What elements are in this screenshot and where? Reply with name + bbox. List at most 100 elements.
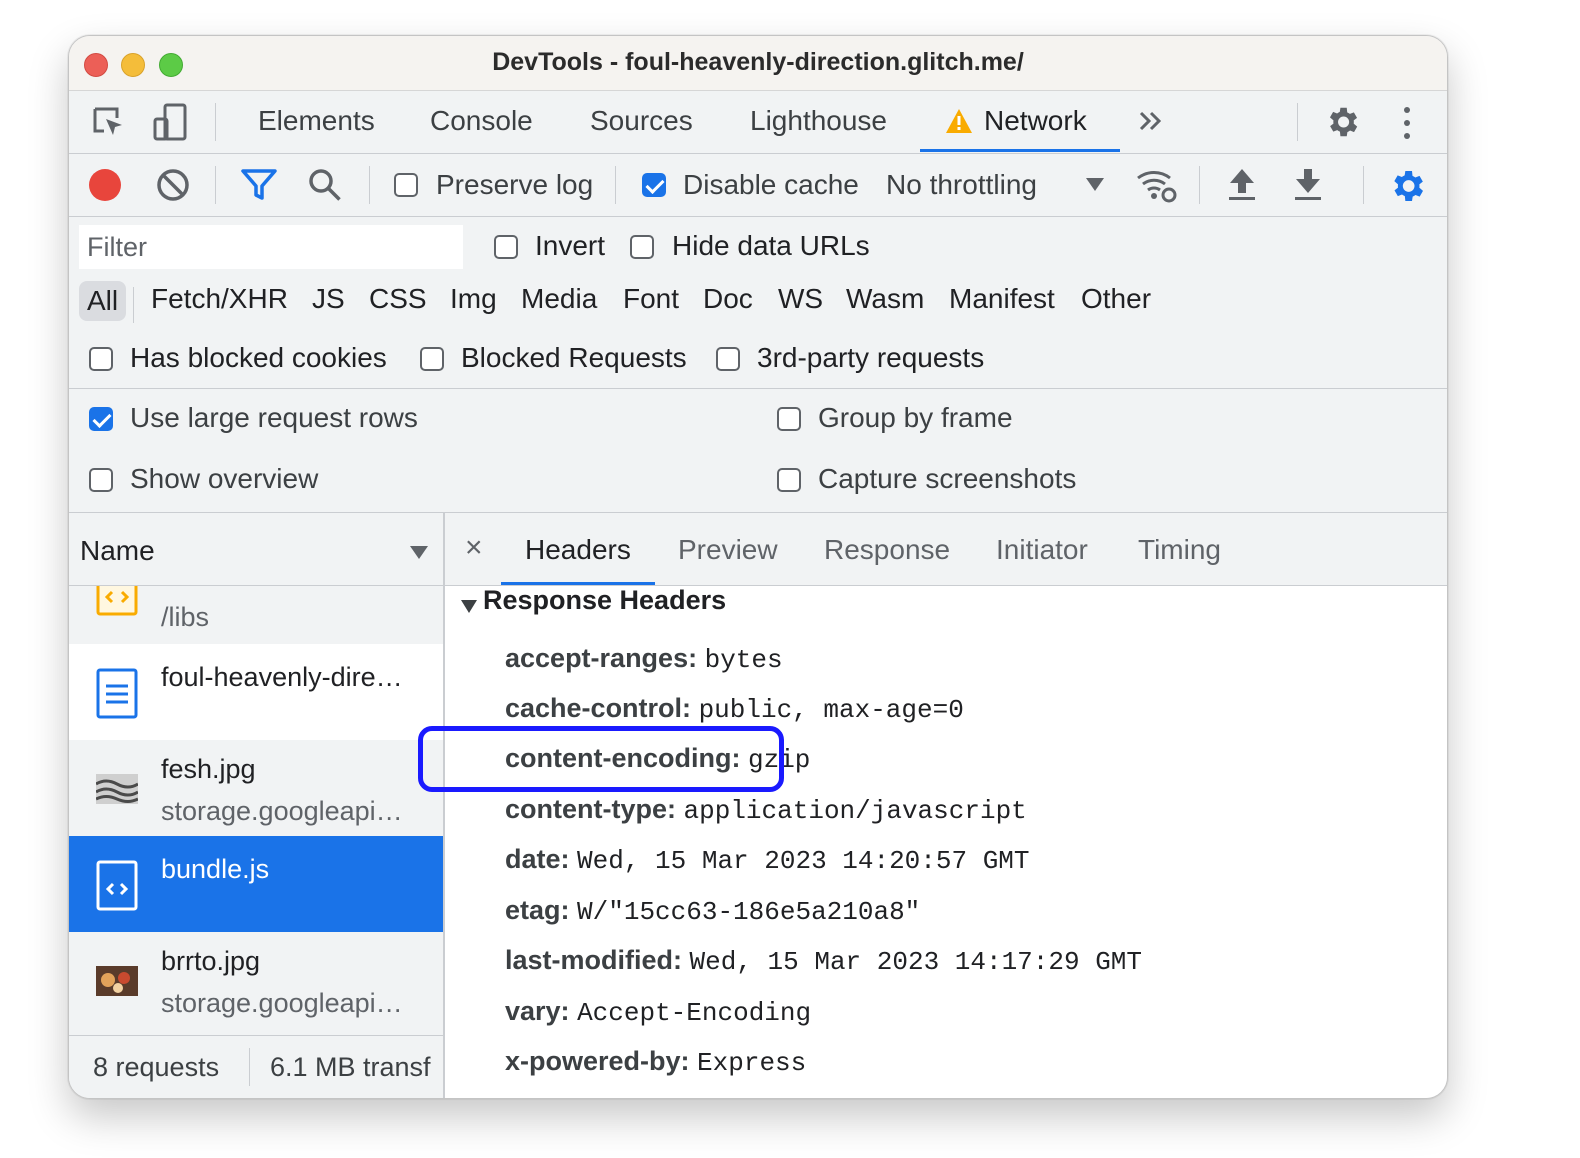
tab-elements[interactable]: Elements — [258, 105, 375, 137]
header-row: date: Wed, 15 Mar 2023 14:20:57 GMT — [505, 844, 1030, 876]
table-row-selected[interactable]: bundle.js — [69, 836, 443, 932]
type-filter-css[interactable]: CSS — [369, 283, 427, 315]
name-column-label: Name — [80, 535, 155, 566]
capture-screenshots-label: Capture screenshots — [818, 463, 1077, 494]
separator — [1199, 166, 1200, 204]
table-row[interactable]: /libs — [69, 586, 443, 644]
tab-response[interactable]: Response — [824, 534, 950, 566]
header-value: bytes — [704, 645, 783, 675]
chevron-down-icon[interactable] — [1085, 176, 1105, 197]
filter-input[interactable] — [79, 225, 463, 269]
close-icon[interactable]: × — [465, 531, 483, 565]
header-value: W/"15cc63-186e5a210a8" — [577, 897, 921, 927]
type-filter-media[interactable]: Media — [521, 283, 597, 315]
collapse-triangle-icon[interactable] — [460, 598, 478, 619]
inspect-element-icon[interactable] — [91, 105, 127, 146]
filter-icon[interactable] — [241, 168, 277, 207]
preserve-log-checkbox[interactable] — [394, 173, 418, 197]
request-name: foul-heavenly-dire… — [161, 662, 403, 692]
request-count: 8 requests — [93, 1052, 220, 1082]
gear-icon[interactable] — [1323, 103, 1361, 146]
hide-data-urls-checkbox[interactable] — [630, 235, 654, 259]
type-filter-font[interactable]: Font — [623, 283, 679, 315]
detail-tab-bar: × Headers Preview Response Initiator Tim… — [445, 513, 1447, 586]
large-request-rows-checkbox[interactable] — [89, 407, 113, 431]
network-settings-gear-icon[interactable] — [1387, 166, 1427, 211]
sort-desc-icon[interactable] — [409, 544, 429, 565]
more-tabs-icon[interactable] — [1137, 107, 1165, 140]
header-value: Express — [697, 1048, 807, 1078]
response-headers-section[interactable]: Response Headers — [483, 585, 726, 616]
separator — [249, 1048, 250, 1086]
header-row: x-powered-by: Express — [505, 1046, 806, 1078]
header-key: x-powered-by: — [505, 1046, 690, 1076]
active-tab-indicator — [920, 149, 1120, 152]
disable-cache-checkbox[interactable] — [642, 173, 666, 197]
image-thumbnail-icon — [95, 774, 139, 809]
header-row: last-modified: Wed, 15 Mar 2023 14:17:29… — [505, 945, 1142, 977]
header-value: public, max-age=0 — [698, 695, 964, 725]
script-file-icon — [95, 860, 139, 917]
blocked-requests-label: Blocked Requests — [461, 342, 687, 373]
hide-data-urls-label: Hide data URLs — [672, 230, 870, 261]
type-filter-img[interactable]: Img — [450, 283, 497, 315]
tab-sources[interactable]: Sources — [590, 105, 693, 137]
type-filter-js[interactable]: JS — [312, 283, 345, 315]
upload-icon[interactable] — [1227, 167, 1257, 208]
separator — [1297, 103, 1298, 141]
download-icon[interactable] — [1293, 167, 1323, 208]
type-filter-wasm[interactable]: Wasm — [846, 283, 924, 315]
has-blocked-cookies-checkbox[interactable] — [89, 347, 113, 371]
separator — [133, 287, 134, 323]
type-filter-manifest[interactable]: Manifest — [949, 283, 1055, 315]
header-key: date: — [505, 844, 570, 874]
table-row[interactable]: foul-heavenly-dire… — [69, 644, 443, 740]
tab-preview[interactable]: Preview — [678, 534, 778, 566]
tab-initiator[interactable]: Initiator — [996, 534, 1088, 566]
show-overview-label: Show overview — [130, 463, 319, 494]
tab-headers[interactable]: Headers — [525, 534, 631, 566]
table-row[interactable]: brrto.jpg storage.googleapi… — [69, 932, 443, 1028]
tab-console[interactable]: Console — [430, 105, 533, 137]
large-request-rows-label: Use large request rows — [130, 402, 418, 433]
script-file-icon — [96, 586, 138, 623]
header-value: Wed, 15 Mar 2023 14:17:29 GMT — [689, 947, 1143, 977]
name-column-header[interactable]: Name — [69, 513, 443, 586]
request-domain: storage.googleapi… — [161, 796, 403, 826]
search-icon[interactable] — [307, 167, 343, 208]
throttling-select[interactable]: No throttling — [886, 169, 1037, 201]
blocked-requests-checkbox[interactable] — [420, 347, 444, 371]
separator — [215, 103, 216, 141]
network-conditions-icon[interactable] — [1135, 166, 1179, 209]
more-options-icon[interactable] — [1399, 105, 1415, 146]
header-key: etag: — [505, 895, 570, 925]
third-party-requests-checkbox[interactable] — [716, 347, 740, 371]
group-by-frame-checkbox[interactable] — [777, 407, 801, 431]
request-path: /libs — [161, 602, 210, 632]
tab-lighthouse[interactable]: Lighthouse — [750, 105, 887, 137]
show-overview-checkbox[interactable] — [89, 468, 113, 492]
type-filter-other[interactable]: Other — [1081, 283, 1151, 315]
clear-icon[interactable] — [156, 168, 190, 207]
tab-timing[interactable]: Timing — [1138, 534, 1221, 566]
record-icon[interactable] — [89, 169, 121, 201]
header-value: Accept-Encoding — [577, 998, 812, 1028]
header-key: last-modified: — [505, 945, 683, 975]
table-row[interactable]: fesh.jpg storage.googleapi… — [69, 740, 443, 836]
tab-network[interactable]: Network — [984, 105, 1087, 137]
invert-checkbox[interactable] — [494, 235, 518, 259]
header-key: vary: — [505, 996, 570, 1026]
transferred-size: 6.1 MB transf — [270, 1052, 431, 1082]
request-name: fesh.jpg — [161, 754, 256, 784]
filter-bar: Invert Hide data URLs All Fetch/XHR JS C… — [69, 217, 1447, 389]
request-domain: storage.googleapi… — [161, 988, 403, 1018]
device-toolbar-icon[interactable] — [153, 103, 189, 148]
type-filter-all[interactable]: All — [79, 281, 127, 321]
type-filter-fetch-xhr[interactable]: Fetch/XHR — [151, 283, 288, 315]
separator — [615, 166, 616, 204]
preserve-log-label: Preserve log — [436, 169, 594, 200]
capture-screenshots-checkbox[interactable] — [777, 468, 801, 492]
separator — [1363, 166, 1364, 204]
type-filter-ws[interactable]: WS — [778, 283, 823, 315]
type-filter-doc[interactable]: Doc — [703, 283, 753, 315]
